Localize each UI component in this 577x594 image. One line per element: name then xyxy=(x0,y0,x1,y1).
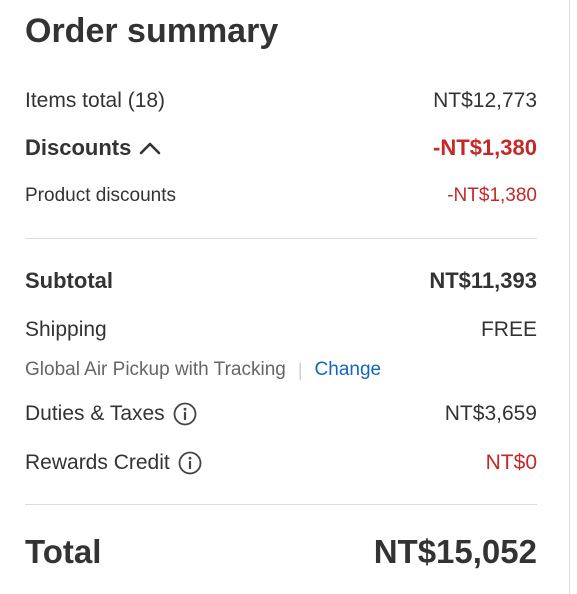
rewards-credit-label: Rewards Credit xyxy=(25,451,170,474)
shipping-row: Shipping FREE xyxy=(25,315,537,345)
change-shipping-link[interactable]: Change xyxy=(315,359,382,381)
discounts-toggle[interactable]: Discounts xyxy=(25,135,161,161)
divider xyxy=(25,238,537,239)
items-total-row: Items total (18) NT$12,773 xyxy=(25,86,537,116)
order-summary-card: Order summary Items total (18) NT$12,773… xyxy=(0,0,570,594)
discounts-row: Discounts -NT$1,380 xyxy=(25,133,537,163)
duties-taxes-row: Duties & Taxes NT$3,659 xyxy=(25,399,537,429)
subtotal-label: Subtotal xyxy=(25,268,113,293)
discounts-value: -NT$1,380 xyxy=(433,135,537,160)
total-label: Total xyxy=(25,533,102,570)
product-discounts-value: -NT$1,380 xyxy=(447,185,537,206)
items-total-label: Items total (18) xyxy=(25,89,166,112)
shipping-method-text: Global Air Pickup with Tracking xyxy=(25,359,286,380)
shipping-label: Shipping xyxy=(25,318,107,341)
info-icon[interactable] xyxy=(178,451,202,475)
total-row: Total NT$15,052 xyxy=(25,530,537,574)
total-value: NT$15,052 xyxy=(373,533,537,570)
order-summary-title: Order summary xyxy=(25,12,279,50)
rewards-credit-row: Rewards Credit NT$0 xyxy=(25,448,537,478)
duties-taxes-label: Duties & Taxes xyxy=(25,402,165,425)
rewards-credit-value: NT$0 xyxy=(485,451,537,474)
product-discounts-row: Product discounts -NT$1,380 xyxy=(25,182,537,210)
shipping-method-row: Global Air Pickup with Tracking | Change xyxy=(25,356,537,384)
duties-taxes-value: NT$3,659 xyxy=(444,402,537,425)
divider xyxy=(25,504,537,505)
shipping-separator: | xyxy=(297,359,303,380)
subtotal-value: NT$11,393 xyxy=(429,268,537,293)
chevron-up-icon[interactable] xyxy=(139,141,161,155)
info-icon[interactable] xyxy=(173,402,197,426)
product-discounts-label: Product discounts xyxy=(25,185,177,206)
items-total-value: NT$12,773 xyxy=(433,89,537,112)
shipping-value: FREE xyxy=(480,318,537,341)
subtotal-row: Subtotal NT$11,393 xyxy=(25,266,537,296)
discounts-label: Discounts xyxy=(25,135,132,160)
